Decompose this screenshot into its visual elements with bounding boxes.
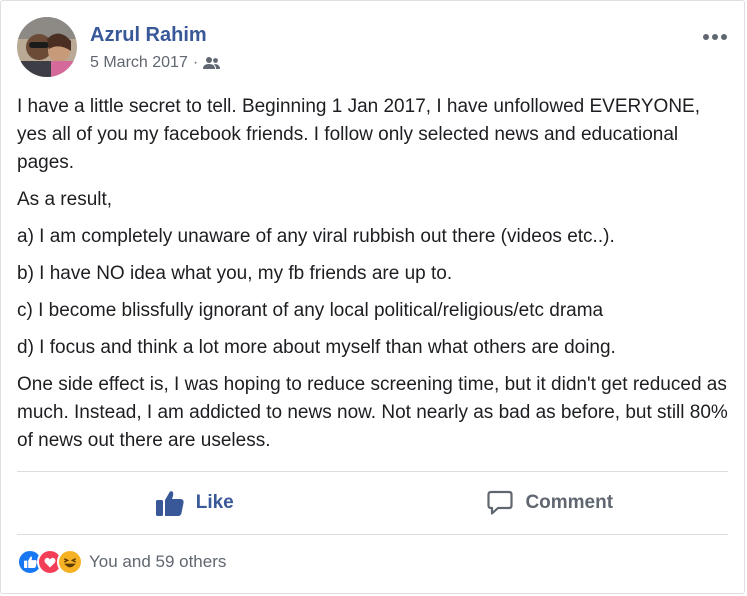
divider	[17, 471, 728, 472]
more-options-icon[interactable]	[702, 29, 728, 40]
reactions-count-text[interactable]: You and 59 others	[89, 552, 226, 572]
post-paragraph: I have a little secret to tell. Beginnin…	[17, 96, 700, 173]
meta-separator: ·	[192, 54, 199, 71]
haha-reaction-icon	[57, 549, 83, 575]
thumbs-up-icon	[155, 490, 184, 516]
post-paragraph: b) I have NO idea what you, my fb friend…	[17, 263, 453, 284]
post-paragraph: d) I focus and think a lot more about my…	[17, 337, 616, 358]
action-bar: Like Comment	[17, 473, 728, 533]
post-card: Azrul Rahim 5 March 2017 · I have a litt	[0, 0, 745, 594]
author-avatar[interactable]	[17, 17, 77, 77]
post-paragraph: As a result,	[17, 189, 113, 210]
author-name[interactable]: Azrul Rahim	[90, 24, 207, 47]
reactions-summary[interactable]: You and 59 others	[17, 549, 226, 575]
divider	[17, 534, 728, 535]
friends-icon[interactable]	[203, 56, 221, 70]
post-paragraph: One side effect is, I was hoping to redu…	[17, 374, 728, 451]
comment-icon	[487, 490, 514, 516]
like-button[interactable]: Like	[17, 473, 373, 533]
like-label: Like	[195, 492, 234, 513]
post-body: I have a little secret to tell. Beginnin…	[17, 93, 729, 464]
post-paragraph: a) I am completely unaware of any viral …	[17, 226, 615, 247]
post-header: Azrul Rahim 5 March 2017 ·	[17, 17, 728, 79]
comment-label: Comment	[525, 492, 614, 513]
comment-button[interactable]: Comment	[373, 473, 729, 533]
post-meta: 5 March 2017 ·	[90, 54, 221, 72]
post-paragraph: c) I become blissfully ignorant of any l…	[17, 300, 604, 321]
post-date[interactable]: 5 March 2017	[90, 54, 188, 72]
